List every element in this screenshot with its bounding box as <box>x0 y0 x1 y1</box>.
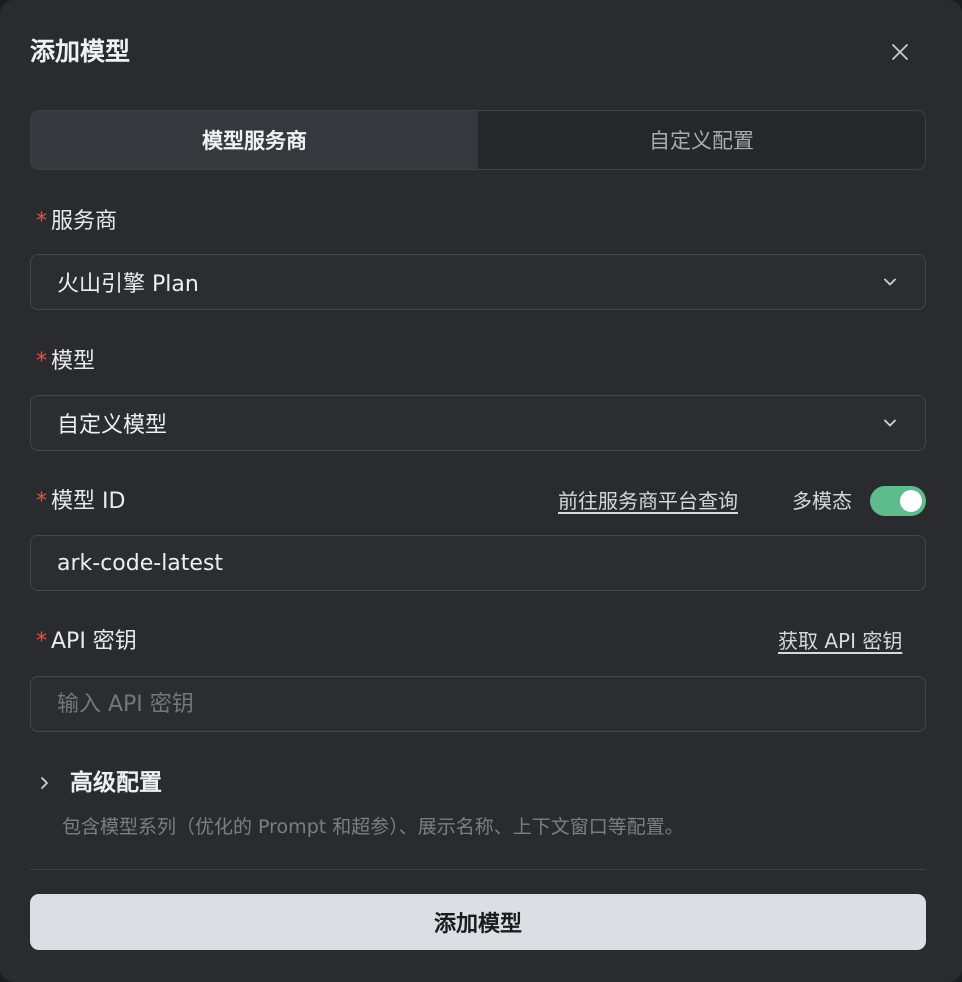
advanced-config-toggle[interactable]: 高级配置 <box>36 766 162 800</box>
required-mark: * <box>36 489 47 514</box>
api-key-label: * API 密钥 <box>36 626 137 658</box>
model-select[interactable]: 自定义模型 <box>30 395 926 451</box>
add-model-dialog: 添加模型 模型服务商 自定义配置 * 服务商 火山引擎 Plan * 模型 自定… <box>0 0 962 982</box>
provider-label-text: 服务商 <box>51 209 118 234</box>
close-icon <box>892 44 908 60</box>
provider-select-value: 火山引擎 Plan <box>57 272 199 297</box>
model-label: * 模型 <box>36 346 95 378</box>
model-id-label: * 模型 ID <box>36 486 125 518</box>
required-mark: * <box>36 629 47 654</box>
model-id-label-text: 模型 ID <box>51 489 126 514</box>
provider-select[interactable]: 火山引擎 Plan <box>30 254 926 310</box>
dialog-title: 添加模型 <box>30 37 131 66</box>
model-label-text: 模型 <box>51 349 96 374</box>
model-id-field[interactable] <box>30 535 926 591</box>
api-key-field[interactable] <box>30 676 926 732</box>
chevron-down-icon <box>884 278 896 286</box>
multimodal-toggle[interactable] <box>870 486 926 516</box>
tab-model-provider[interactable]: 模型服务商 <box>31 111 478 169</box>
tab-custom-config[interactable]: 自定义配置 <box>478 111 925 169</box>
required-mark: * <box>36 349 47 374</box>
add-model-button[interactable]: 添加模型 <box>30 894 926 950</box>
required-mark: * <box>36 209 47 234</box>
model-id-input[interactable] <box>57 550 899 576</box>
mode-tabs: 模型服务商 自定义配置 <box>30 110 926 170</box>
model-select-value: 自定义模型 <box>57 413 168 438</box>
advanced-config-title: 高级配置 <box>70 770 162 796</box>
provider-platform-link[interactable]: 前往服务商平台查询 <box>558 486 738 516</box>
chevron-down-icon <box>884 419 896 427</box>
api-key-input[interactable] <box>57 691 899 717</box>
close-button[interactable] <box>884 36 916 68</box>
multimodal-label: 多模态 <box>792 489 852 513</box>
api-key-label-text: API 密钥 <box>51 629 137 654</box>
chevron-right-icon <box>41 777 48 789</box>
toggle-knob <box>900 490 922 512</box>
advanced-config-description: 包含模型系列（优化的 Prompt 和超参）、展示名称、上下文窗口等配置。 <box>62 816 684 838</box>
provider-label: * 服务商 <box>36 206 117 238</box>
get-api-key-link[interactable]: 获取 API 密钥 <box>778 626 902 656</box>
divider <box>30 869 926 870</box>
